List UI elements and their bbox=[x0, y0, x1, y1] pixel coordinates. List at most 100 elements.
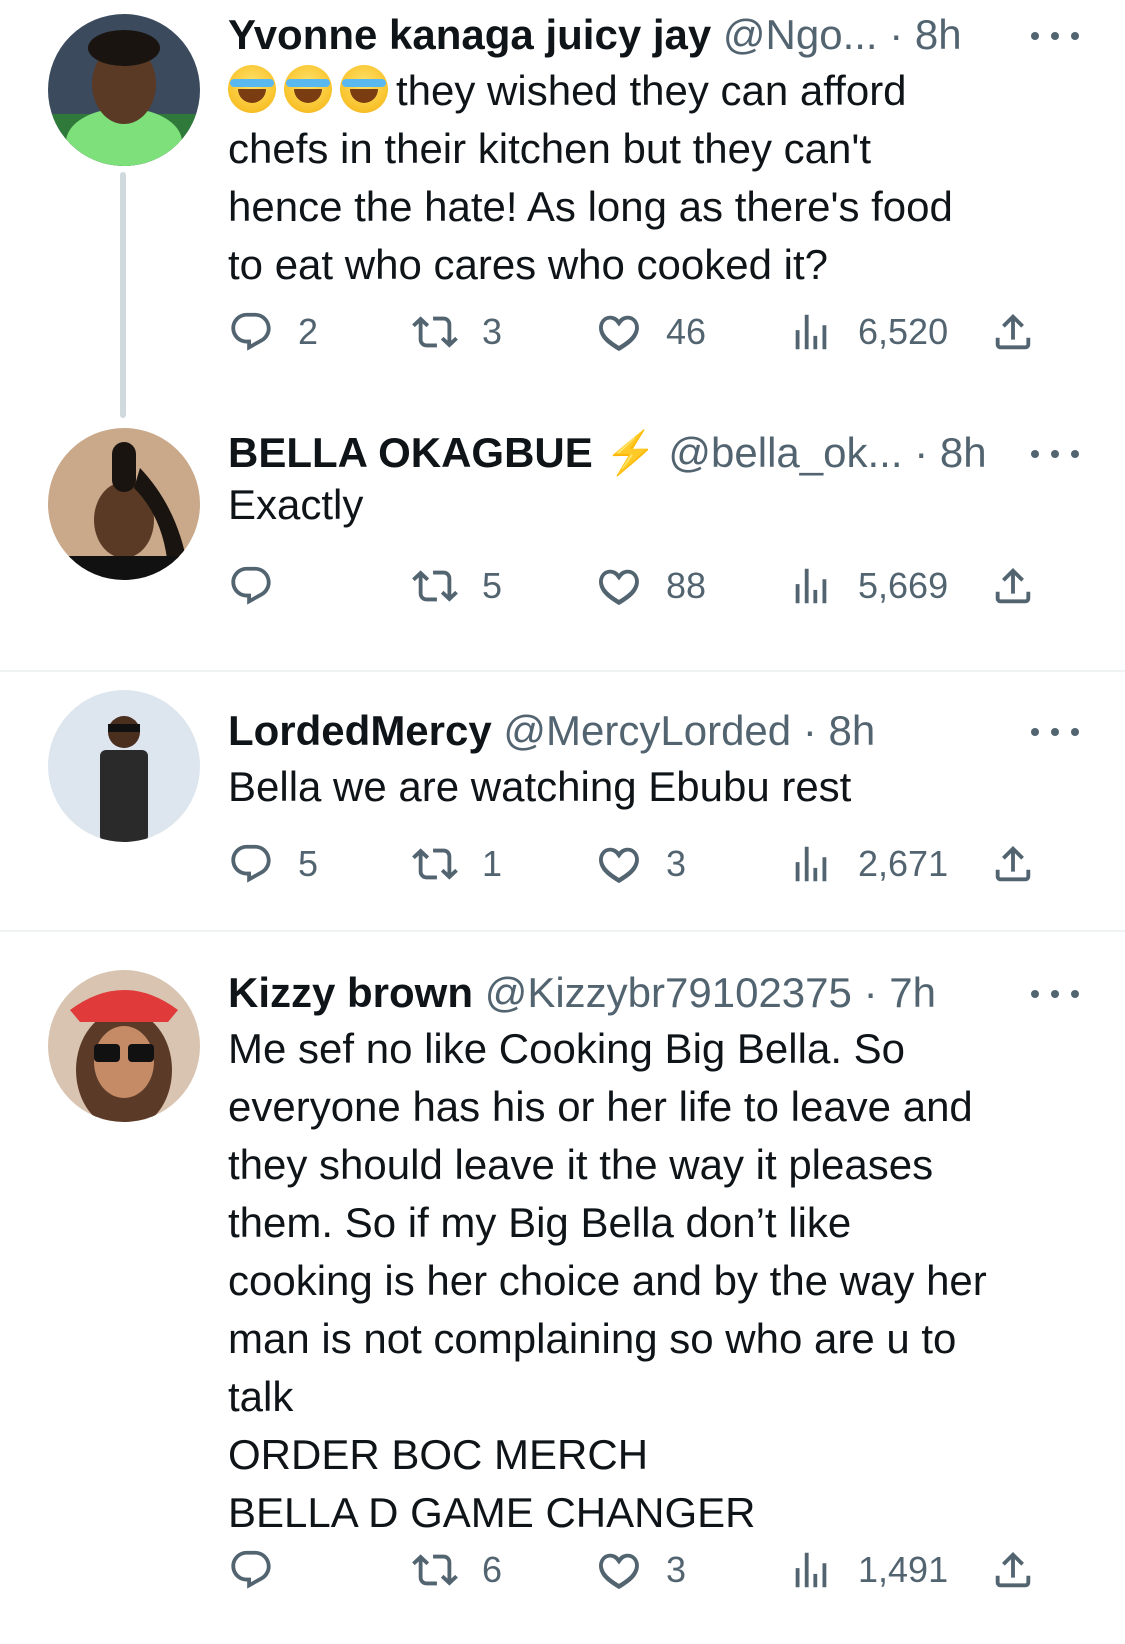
avatar[interactable] bbox=[48, 690, 200, 842]
views-icon bbox=[788, 841, 834, 887]
views-count: 6,520 bbox=[858, 311, 949, 352]
views-icon bbox=[788, 1547, 834, 1593]
text-line: them. So if my Big Bella don’t like bbox=[228, 1199, 852, 1246]
avatar[interactable] bbox=[48, 14, 200, 166]
thread-line bbox=[120, 172, 126, 418]
handle[interactable]: @bella_ok... bbox=[668, 429, 902, 476]
retweet-icon bbox=[412, 841, 458, 887]
more-icon[interactable] bbox=[1025, 968, 1085, 1018]
tweet-header: BELLA OKAGBUE ⚡ @bella_ok... · 8h bbox=[228, 428, 1085, 478]
timestamp[interactable]: · 8h bbox=[803, 707, 875, 754]
tweet[interactable]: BELLA OKAGBUE ⚡ @bella_ok... · 8h Exactl… bbox=[0, 420, 1125, 640]
heart-icon bbox=[596, 841, 642, 887]
like-button[interactable]: 88 bbox=[596, 556, 706, 616]
tweet[interactable]: LordedMercy @MercyLorded · 8h Bella we a… bbox=[0, 680, 1125, 920]
like-button[interactable]: 46 bbox=[596, 302, 706, 362]
more-icon[interactable] bbox=[1025, 10, 1085, 60]
tweet-text: Bella we are watching Ebubu rest bbox=[228, 758, 1085, 816]
retweet-count: 3 bbox=[482, 311, 503, 352]
like-count: 46 bbox=[666, 311, 707, 352]
handle[interactable]: @Ngo... bbox=[723, 11, 878, 58]
retweet-button[interactable]: 3 bbox=[412, 302, 502, 362]
tweet-text: they wished they can afford chefs in the… bbox=[228, 62, 1085, 294]
text-line: chefs in their kitchen but they can't bbox=[228, 125, 872, 172]
text-line: ORDER BOC MERCH bbox=[228, 1431, 649, 1478]
text-line: Me sef no like Cooking Big Bella. So bbox=[228, 1025, 906, 1072]
text-line: they should leave it the way it pleases bbox=[228, 1141, 934, 1188]
retweet-button[interactable]: 5 bbox=[412, 556, 502, 616]
share-button[interactable] bbox=[990, 556, 1060, 616]
text-line: they wished they can afford bbox=[228, 62, 1085, 120]
reply-icon bbox=[228, 841, 274, 887]
reply-count: 2 bbox=[298, 311, 319, 352]
reply-count: 5 bbox=[298, 843, 319, 884]
like-button[interactable]: 3 bbox=[596, 1540, 686, 1600]
timestamp[interactable]: · 8h bbox=[914, 429, 986, 476]
divider bbox=[0, 670, 1125, 672]
more-icon[interactable] bbox=[1025, 428, 1085, 478]
retweet-icon bbox=[412, 563, 458, 609]
display-name[interactable]: BELLA OKAGBUE bbox=[228, 429, 593, 476]
tweet-text: Me sef no like Cooking Big Bella. So eve… bbox=[228, 1020, 1085, 1542]
tweet[interactable]: Kizzy brown @Kizzybr79102375 · 7h Me sef… bbox=[0, 940, 1125, 1644]
action-bar: 5 88 5,669 bbox=[228, 556, 1088, 616]
tweet[interactable]: Yvonne kanaga juicy jay @Ngo... · 8h the… bbox=[0, 0, 1125, 418]
reply-button[interactable] bbox=[228, 1540, 298, 1600]
display-name[interactable]: LordedMercy bbox=[228, 707, 492, 754]
avatar[interactable] bbox=[48, 428, 200, 580]
tweet-text: Exactly bbox=[228, 476, 1085, 534]
retweet-count: 1 bbox=[482, 843, 503, 884]
views-count: 1,491 bbox=[858, 1549, 949, 1590]
share-button[interactable] bbox=[990, 1540, 1060, 1600]
retweet-icon bbox=[412, 309, 458, 355]
views-button[interactable]: 2,671 bbox=[788, 834, 948, 894]
heart-icon bbox=[596, 1547, 642, 1593]
text-line: Exactly bbox=[228, 481, 364, 528]
action-bar: 5 1 3 2,671 bbox=[228, 834, 1088, 894]
text-line: to eat who cares who cooked it? bbox=[228, 241, 829, 288]
views-icon bbox=[788, 309, 834, 355]
reply-icon bbox=[228, 563, 274, 609]
retweet-count: 5 bbox=[482, 565, 503, 606]
heart-icon bbox=[596, 563, 642, 609]
action-bar: 6 3 1,491 bbox=[228, 1540, 1088, 1600]
laughing-emoji-icon bbox=[340, 65, 388, 113]
retweet-button[interactable]: 6 bbox=[412, 1540, 502, 1600]
text-line: hence the hate! As long as there's food bbox=[228, 183, 953, 230]
share-button[interactable] bbox=[990, 834, 1060, 894]
reply-button[interactable]: 5 bbox=[228, 834, 318, 894]
views-button[interactable]: 5,669 bbox=[788, 556, 948, 616]
timestamp[interactable]: · 7h bbox=[864, 969, 936, 1016]
like-button[interactable]: 3 bbox=[596, 834, 686, 894]
share-icon bbox=[990, 309, 1036, 355]
views-icon bbox=[788, 563, 834, 609]
display-name[interactable]: Yvonne kanaga juicy jay bbox=[228, 11, 711, 58]
like-count: 3 bbox=[666, 843, 687, 884]
heart-icon bbox=[596, 309, 642, 355]
timestamp[interactable]: · 8h bbox=[889, 11, 961, 58]
share-icon bbox=[990, 563, 1036, 609]
like-count: 3 bbox=[666, 1549, 687, 1590]
share-button[interactable] bbox=[990, 302, 1060, 362]
retweet-button[interactable]: 1 bbox=[412, 834, 502, 894]
retweet-count: 6 bbox=[482, 1549, 503, 1590]
handle[interactable]: @MercyLorded bbox=[503, 707, 791, 754]
lightning-badge-icon: ⚡ bbox=[604, 429, 657, 476]
share-icon bbox=[990, 841, 1036, 887]
reply-button[interactable]: 2 bbox=[228, 302, 318, 362]
views-button[interactable]: 6,520 bbox=[788, 302, 948, 362]
laughing-emoji-icon bbox=[228, 65, 276, 113]
more-icon[interactable] bbox=[1025, 706, 1085, 756]
handle[interactable]: @Kizzybr79102375 bbox=[485, 969, 852, 1016]
display-name[interactable]: Kizzy brown bbox=[228, 969, 473, 1016]
share-icon bbox=[990, 1547, 1036, 1593]
tweet-header: LordedMercy @MercyLorded · 8h bbox=[228, 706, 1085, 756]
views-button[interactable]: 1,491 bbox=[788, 1540, 948, 1600]
text-line: everyone has his or her life to leave an… bbox=[228, 1083, 973, 1130]
views-count: 5,669 bbox=[858, 565, 949, 606]
text-line: talk bbox=[228, 1373, 294, 1420]
avatar[interactable] bbox=[48, 970, 200, 1122]
reply-button[interactable] bbox=[228, 556, 298, 616]
divider bbox=[0, 930, 1125, 932]
tweet-header: Kizzy brown @Kizzybr79102375 · 7h bbox=[228, 968, 1085, 1018]
